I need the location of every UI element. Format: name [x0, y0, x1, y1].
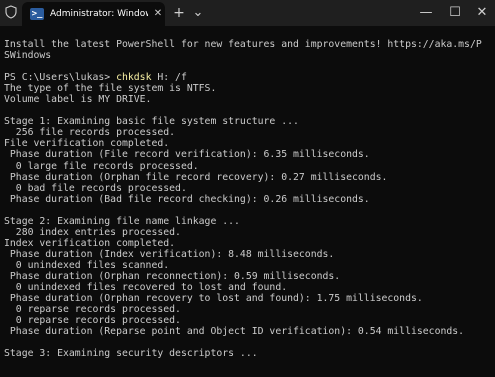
- output-line: File verification completed.: [4, 138, 170, 150]
- output-line: 0 unindexed files recovered to lost and …: [4, 282, 288, 294]
- output-line: 0 bad file records processed.: [4, 182, 187, 194]
- output-line: Phase duration (Reparse point and Object…: [4, 326, 465, 338]
- output-line: Stage 1: Examining basic file system str…: [4, 116, 299, 128]
- intro-line: SWindows: [4, 50, 52, 62]
- output-line: 0 large file records processed.: [4, 160, 199, 172]
- output-line: Phase duration (File record verification…: [4, 149, 370, 161]
- output-line: The type of the file system is NTFS.: [4, 83, 217, 95]
- output-line: 0 unindexed files scanned.: [4, 259, 170, 271]
- powershell-icon: >_: [30, 8, 44, 20]
- scrollbar[interactable]: [489, 30, 492, 370]
- output-line: Phase duration (Orphan reconnection): 0.…: [4, 270, 341, 282]
- prompt-line: PS C:\Users\lukas> chkdsk H: /f: [4, 72, 492, 83]
- output-line: 280 index entries processed.: [4, 226, 181, 238]
- output-line: Volume label is MY DRIVE.: [4, 94, 152, 106]
- prompt-text: PS C:\Users\lukas>: [4, 72, 117, 84]
- output-line: Index verification completed.: [4, 237, 176, 249]
- title-bar: >_ Administrator: Windows PowerShell ✕ +…: [0, 0, 495, 26]
- tab-powershell[interactable]: >_ Administrator: Windows PowerShell ✕: [22, 2, 165, 26]
- terminal-window: >_ Administrator: Windows PowerShell ✕ +…: [0, 0, 495, 377]
- tab-close-icon[interactable]: ✕: [153, 7, 163, 21]
- new-tab-button[interactable]: +: [172, 4, 186, 22]
- output-line: Phase duration (Orphan recovery to lost …: [4, 293, 423, 305]
- tab-title: Administrator: Windows PowerShell: [50, 9, 148, 19]
- command-text: chkdsk: [116, 72, 152, 84]
- output-line: 0 reparse records processed.: [4, 315, 181, 327]
- output-line: Phase duration (Orphan file record recov…: [4, 171, 388, 183]
- output-line: Phase duration (Bad file record checking…: [4, 193, 370, 205]
- output-line: 0 reparse records processed.: [4, 304, 181, 316]
- output-line: Phase duration (Index verification): 8.4…: [4, 248, 335, 260]
- command-output: The type of the file system is NTFS. Volu…: [4, 83, 492, 359]
- maximize-button[interactable]: ☐: [447, 4, 463, 22]
- terminal-output[interactable]: Install the latest PowerShell for new fe…: [4, 39, 492, 375]
- intro-line: Install the latest PowerShell for new fe…: [4, 39, 482, 50]
- close-button[interactable]: ✕: [474, 4, 490, 22]
- output-line: Stage 3: Examining security descriptors …: [4, 348, 258, 360]
- command-args: H: /f: [151, 72, 187, 84]
- minimize-button[interactable]: —: [418, 4, 434, 22]
- shield-icon: [5, 5, 17, 19]
- output-line: Stage 2: Examining file name linkage ...: [4, 215, 240, 227]
- chevron-down-icon[interactable]: ⌄: [192, 4, 204, 22]
- output-line: 256 file records processed.: [4, 127, 176, 139]
